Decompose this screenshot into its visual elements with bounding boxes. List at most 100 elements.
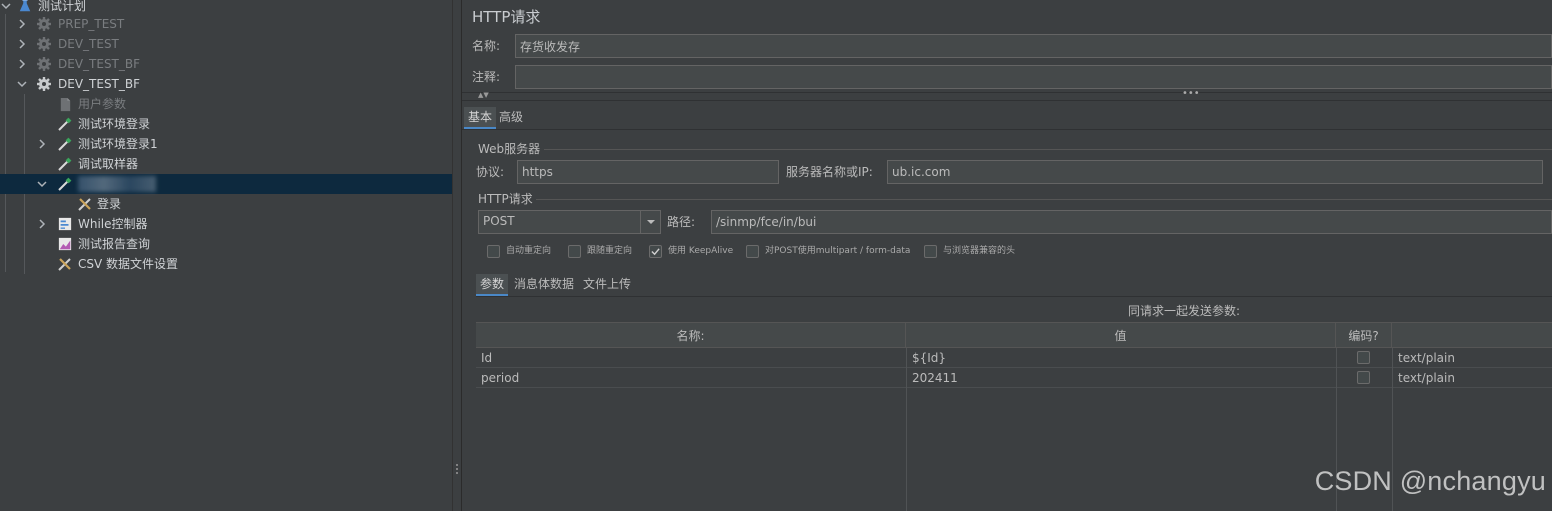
tab-divider: [476, 296, 1552, 297]
checkbox-label: 跟随重定向: [587, 246, 633, 256]
path-input[interactable]: [711, 210, 1552, 234]
table-cell-value[interactable]: ${Id}: [907, 348, 1336, 368]
path-input-value[interactable]: [716, 211, 1547, 233]
chevron-right-icon[interactable]: [16, 34, 28, 54]
tree-label: CSV 数据文件设置: [78, 257, 179, 271]
encode-checkbox[interactable]: [1357, 351, 1370, 364]
method-select-value: POST: [483, 214, 515, 228]
gear-icon: [35, 75, 53, 93]
chevron-down-icon[interactable]: [36, 174, 48, 194]
tree-item-debug-sampler[interactable]: 调试取样器: [0, 154, 452, 174]
follow-redirect-option[interactable]: 跟随重定向: [568, 245, 632, 258]
checkbox-label: 与浏览器兼容的头: [943, 246, 1016, 256]
browser-headers-checkbox[interactable]: [924, 245, 937, 258]
tree-item-selected-http-request[interactable]: [0, 174, 452, 194]
redacted-label: [78, 176, 156, 192]
column-header-content-type[interactable]: [1392, 322, 1552, 348]
chevron-right-icon[interactable]: [16, 14, 28, 34]
tab-basic[interactable]: 基本: [464, 107, 497, 129]
checkbox-label: 自动重定向: [506, 246, 552, 256]
keepalive-option[interactable]: 使用 KeepAlive: [649, 245, 733, 258]
pipette-icon: [56, 175, 74, 193]
table-cell-content-type[interactable]: text/plain: [1393, 368, 1552, 388]
tree-item-test-env-login[interactable]: 测试环境登录: [0, 114, 452, 134]
table-cell-encode[interactable]: [1337, 368, 1392, 388]
multipart-option[interactable]: 对POST使用multipart / form-data: [746, 245, 910, 258]
tab-file-upload[interactable]: 文件上传: [579, 274, 635, 294]
chevron-right-icon[interactable]: [16, 54, 28, 74]
tree-label: 登录: [97, 197, 122, 211]
tab-advanced[interactable]: 高级: [495, 107, 527, 127]
server-input[interactable]: [887, 160, 1543, 184]
keepalive-checkbox[interactable]: [649, 245, 662, 258]
chevron-right-icon[interactable]: [36, 214, 48, 234]
collapse-divider[interactable]: ▲▼ •••: [462, 88, 1552, 101]
tree-label: 测试环境登录1: [78, 137, 158, 151]
table-cell-name[interactable]: period: [476, 368, 906, 388]
column-header-value[interactable]: 值: [906, 322, 1336, 348]
checkbox-label: 对POST使用multipart / form-data: [765, 246, 911, 256]
tree-label: DEV_TEST_BF: [58, 77, 141, 91]
auto-redirect-checkbox[interactable]: [487, 245, 500, 258]
tree-item-while-controller[interactable]: While控制器: [0, 214, 452, 234]
table-cell-encode[interactable]: [1337, 348, 1392, 368]
follow-redirect-checkbox[interactable]: [568, 245, 581, 258]
tree-label: 用户参数: [78, 97, 127, 111]
panel-splitter[interactable]: [452, 0, 462, 511]
drag-handle-icon[interactable]: •••: [1182, 88, 1200, 99]
server-input-value[interactable]: [892, 161, 1538, 183]
chevron-right-icon[interactable]: [36, 134, 48, 154]
chevron-down-icon[interactable]: [640, 211, 660, 233]
protocol-input[interactable]: [517, 160, 779, 184]
tools-icon: [76, 195, 94, 213]
tab-parameters[interactable]: 参数: [476, 274, 509, 296]
watermark: CSDN @nchangyu: [1314, 466, 1546, 496]
tree-item-login[interactable]: 登录: [0, 194, 452, 214]
comment-input[interactable]: [515, 65, 1552, 89]
chart-icon: [56, 235, 74, 253]
test-plan-icon: [16, 0, 34, 15]
tree-item-dev-test[interactable]: DEV_TEST: [0, 34, 452, 54]
pipette-icon: [56, 155, 74, 173]
test-plan-tree[interactable]: 测试计划 PREP_TEST DEV_TEST DEV_TEST_BF DEV_…: [0, 0, 452, 511]
check-icon: [651, 248, 660, 256]
group-divider: [536, 199, 1552, 200]
params-caption: 同请求一起发送参数:: [1128, 304, 1241, 318]
group-divider: [544, 149, 1552, 150]
table-cell-value[interactable]: 202411: [907, 368, 1336, 388]
http-request-group-title: HTTP请求: [478, 192, 533, 206]
column-header-encode[interactable]: 编码?: [1336, 322, 1392, 348]
pipette-icon: [56, 135, 74, 153]
drag-handle-icon[interactable]: [456, 462, 459, 478]
protocol-input-value[interactable]: [522, 161, 774, 183]
tree-item-dev-test-bf-disabled[interactable]: DEV_TEST_BF: [0, 54, 452, 74]
multipart-checkbox[interactable]: [746, 245, 759, 258]
table-cell-content-type[interactable]: text/plain: [1393, 348, 1552, 368]
collapse-arrows-icon[interactable]: ▲▼: [478, 91, 489, 99]
tree-label: DEV_TEST: [58, 37, 119, 51]
controller-icon: [56, 215, 74, 233]
comment-input-value[interactable]: [520, 66, 1547, 88]
column-header-name[interactable]: 名称:: [476, 322, 906, 348]
name-input-value[interactable]: [520, 35, 1547, 57]
chevron-down-icon[interactable]: [16, 74, 28, 94]
name-input[interactable]: [515, 34, 1552, 58]
tree-item-test-report-query[interactable]: 测试报告查询: [0, 234, 452, 254]
tree-item-test-env-login-1[interactable]: 测试环境登录1: [0, 134, 452, 154]
tree-item-csv-data-set[interactable]: CSV 数据文件设置: [0, 254, 452, 274]
path-label: 路径:: [667, 215, 696, 229]
name-label: 名称:: [472, 39, 501, 53]
table-cell-name[interactable]: Id: [476, 348, 906, 368]
tree-item-prep-test[interactable]: PREP_TEST: [0, 14, 452, 34]
auto-redirect-option[interactable]: 自动重定向: [487, 245, 551, 258]
server-label: 服务器名称或IP:: [786, 165, 873, 179]
tree-item-dev-test-bf[interactable]: DEV_TEST_BF: [0, 74, 452, 94]
encode-checkbox[interactable]: [1357, 371, 1370, 384]
tree-item-user-params[interactable]: 用户参数: [0, 94, 452, 114]
browser-headers-option[interactable]: 与浏览器兼容的头: [924, 245, 1015, 258]
method-select[interactable]: POST: [478, 210, 661, 234]
tree-label: PREP_TEST: [58, 17, 125, 31]
protocol-label: 协议:: [476, 165, 505, 179]
tab-body-data[interactable]: 消息体数据: [510, 274, 578, 294]
tree-label: DEV_TEST_BF: [58, 57, 141, 71]
